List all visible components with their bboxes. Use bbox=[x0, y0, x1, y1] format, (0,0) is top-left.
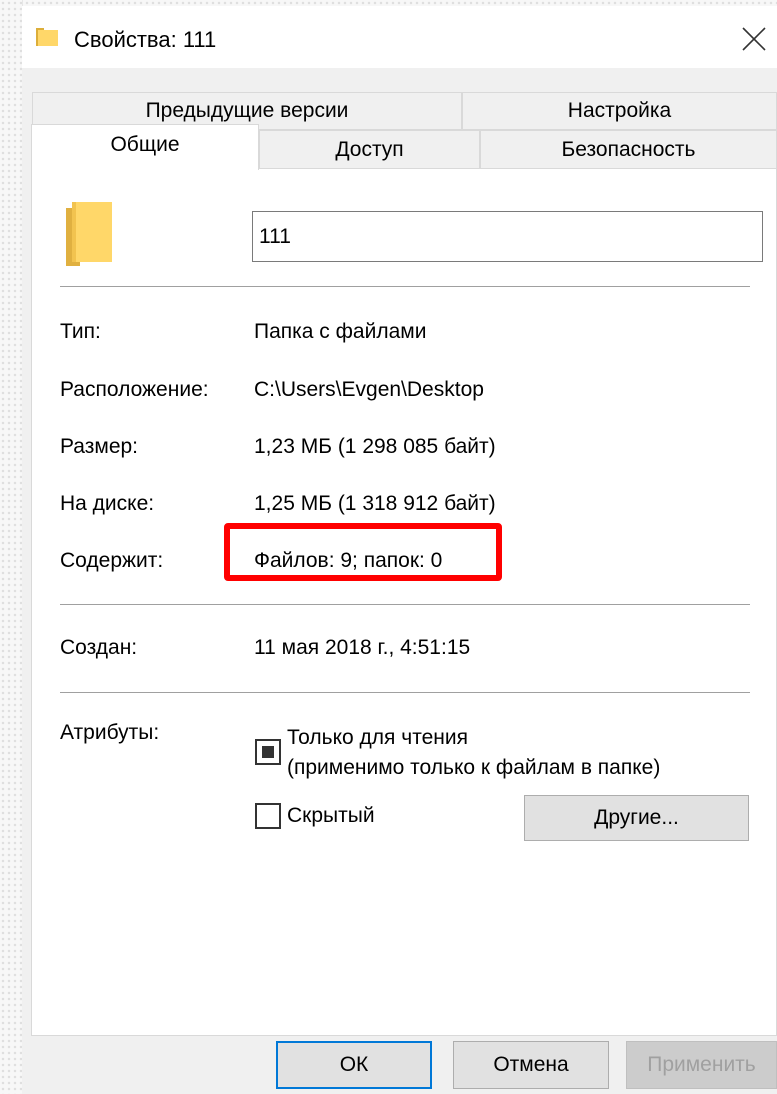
cancel-button[interactable]: Отмена bbox=[453, 1041, 609, 1089]
type-label: Тип: bbox=[60, 320, 101, 343]
tab-customize[interactable]: Настройка bbox=[462, 92, 777, 130]
created-value: 11 мая 2018 г., 4:51:15 bbox=[254, 636, 471, 659]
contains-label: Содержит: bbox=[60, 549, 164, 572]
folder-icon-large bbox=[66, 202, 112, 266]
close-icon bbox=[742, 27, 766, 51]
type-value: Папка с файлами bbox=[254, 320, 427, 343]
hidden-checkbox[interactable] bbox=[255, 803, 281, 829]
attributes-label: Атрибуты: bbox=[60, 721, 160, 744]
folder-icon bbox=[36, 28, 58, 46]
ok-button[interactable]: ОК bbox=[276, 1041, 432, 1089]
tab-security[interactable]: Безопасность bbox=[480, 130, 777, 170]
folder-name-input[interactable] bbox=[252, 211, 763, 262]
hidden-label: Скрытый bbox=[287, 804, 375, 827]
size-value: 1,23 МБ (1 298 085 байт) bbox=[254, 435, 496, 458]
separator bbox=[60, 692, 750, 693]
title-bar: Свойства: 111 bbox=[22, 6, 777, 68]
close-button[interactable] bbox=[731, 16, 777, 62]
apply-button[interactable]: Применить bbox=[626, 1041, 777, 1089]
background-pattern-left bbox=[0, 0, 23, 1094]
indeterminate-mark bbox=[262, 746, 274, 758]
location-label: Расположение: bbox=[60, 378, 209, 401]
readonly-checkbox[interactable] bbox=[255, 739, 281, 765]
tab-sharing[interactable]: Доступ bbox=[259, 130, 480, 170]
created-label: Создан: bbox=[60, 636, 138, 659]
size-on-disk-label: На диске: bbox=[60, 492, 155, 515]
size-label: Размер: bbox=[60, 435, 139, 458]
advanced-button[interactable]: Другие... bbox=[524, 795, 749, 841]
separator bbox=[60, 286, 750, 287]
size-on-disk-value: 1,25 МБ (1 318 912 байт) bbox=[254, 492, 496, 515]
readonly-note: (применимо только к файлам в папке) bbox=[287, 756, 661, 779]
window-title: Свойства: 111 bbox=[74, 27, 217, 52]
readonly-label: Только для чтения bbox=[287, 726, 468, 749]
tab-general[interactable]: Общие bbox=[31, 124, 259, 170]
properties-dialog: Свойства: 111 Предыдущие версии Настройк… bbox=[22, 6, 777, 1094]
general-panel bbox=[31, 168, 777, 1036]
location-value: C:\Users\Evgen\Desktop bbox=[254, 378, 484, 401]
red-highlight-box bbox=[224, 523, 502, 581]
separator bbox=[60, 604, 750, 605]
